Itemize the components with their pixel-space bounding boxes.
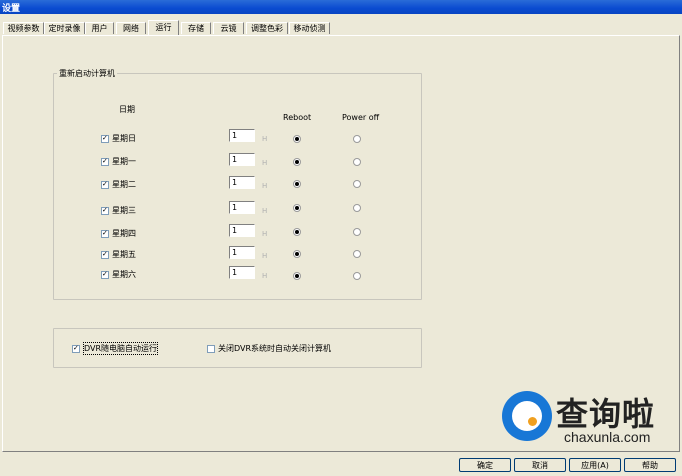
tab-ptz[interactable]: 云镜: [213, 22, 244, 34]
hour-unit: H: [262, 182, 268, 190]
tab-run[interactable]: 运行: [148, 20, 179, 35]
watermark-icon-dot: [528, 417, 537, 426]
auto-run-checkbox[interactable]: [72, 345, 80, 353]
cancel-button[interactable]: 取消: [514, 458, 566, 472]
day-checkbox[interactable]: [101, 181, 109, 189]
reboot-radio[interactable]: [293, 228, 301, 236]
day-label: 星期五: [112, 250, 136, 259]
reboot-radio[interactable]: [293, 250, 301, 258]
tab-network[interactable]: 网络: [116, 22, 146, 34]
day-label: 星期一: [112, 157, 136, 166]
hour-input[interactable]: 1: [229, 129, 255, 142]
day-label: 星期四: [112, 229, 136, 238]
tab-users[interactable]: 用户: [85, 22, 114, 34]
restart-group-title: 重新启动计算机: [57, 68, 117, 79]
day-checkbox[interactable]: [101, 158, 109, 166]
hour-input[interactable]: 1: [229, 153, 255, 166]
watermark-text-en: chaxunla.com: [564, 429, 651, 445]
poweroff-radio[interactable]: [353, 250, 361, 258]
day-label: 星期六: [112, 270, 136, 279]
hour-input[interactable]: 1: [229, 201, 255, 214]
tab-strip: 视频参数 定时录像 用户 网络 运行 存储 云镜 调整色彩 移动侦测: [0, 20, 682, 35]
reboot-radio[interactable]: [293, 158, 301, 166]
hour-input[interactable]: 1: [229, 224, 255, 237]
reboot-radio[interactable]: [293, 204, 301, 212]
watermark-logo: 查询啦 chaxunla.com: [502, 387, 678, 451]
day-checkbox[interactable]: [101, 230, 109, 238]
poweroff-column-header: Power off: [342, 113, 380, 122]
hour-input[interactable]: 1: [229, 266, 255, 279]
day-checkbox[interactable]: [101, 207, 109, 215]
day-checkbox[interactable]: [101, 251, 109, 259]
reboot-radio[interactable]: [293, 180, 301, 188]
day-checkbox[interactable]: [101, 271, 109, 279]
ok-button[interactable]: 确定: [459, 458, 511, 472]
day-checkbox[interactable]: [101, 135, 109, 143]
poweroff-radio[interactable]: [353, 204, 361, 212]
window-title: 设置: [2, 4, 21, 14]
hour-unit: H: [262, 159, 268, 167]
watermark-icon-inner: [512, 401, 542, 431]
reboot-radio[interactable]: [293, 272, 301, 280]
auto-shutdown-label[interactable]: 关闭DVR系统时自动关闭计算机: [218, 343, 331, 354]
tab-color[interactable]: 调整色彩: [246, 22, 288, 34]
auto-run-label[interactable]: DVR随电脑自动运行: [82, 342, 159, 355]
hour-unit: H: [262, 272, 268, 280]
day-label: 星期日: [112, 134, 136, 143]
hour-input[interactable]: 1: [229, 176, 255, 189]
tab-motion-detect[interactable]: 移动侦测: [289, 22, 330, 34]
day-column-header: 日期: [119, 105, 135, 114]
reboot-column-header: Reboot: [283, 113, 312, 122]
tab-storage[interactable]: 存储: [181, 22, 211, 34]
hour-unit: H: [262, 252, 268, 260]
title-bar: 设置: [0, 0, 682, 14]
day-label: 星期二: [112, 180, 136, 189]
hour-unit: H: [262, 135, 268, 143]
apply-button[interactable]: 应用(A): [569, 458, 621, 472]
help-button[interactable]: 帮助: [624, 458, 676, 472]
poweroff-radio[interactable]: [353, 135, 361, 143]
poweroff-radio[interactable]: [353, 180, 361, 188]
auto-shutdown-checkbox[interactable]: [207, 345, 215, 353]
poweroff-radio[interactable]: [353, 272, 361, 280]
hour-input[interactable]: 1: [229, 246, 255, 259]
tab-video-params[interactable]: 视频参数: [3, 22, 44, 34]
day-label: 星期三: [112, 206, 136, 215]
tab-scheduled-record[interactable]: 定时录像: [44, 22, 85, 34]
poweroff-radio[interactable]: [353, 158, 361, 166]
hour-unit: H: [262, 207, 268, 215]
poweroff-radio[interactable]: [353, 228, 361, 236]
hour-unit: H: [262, 230, 268, 238]
reboot-radio[interactable]: [293, 135, 301, 143]
